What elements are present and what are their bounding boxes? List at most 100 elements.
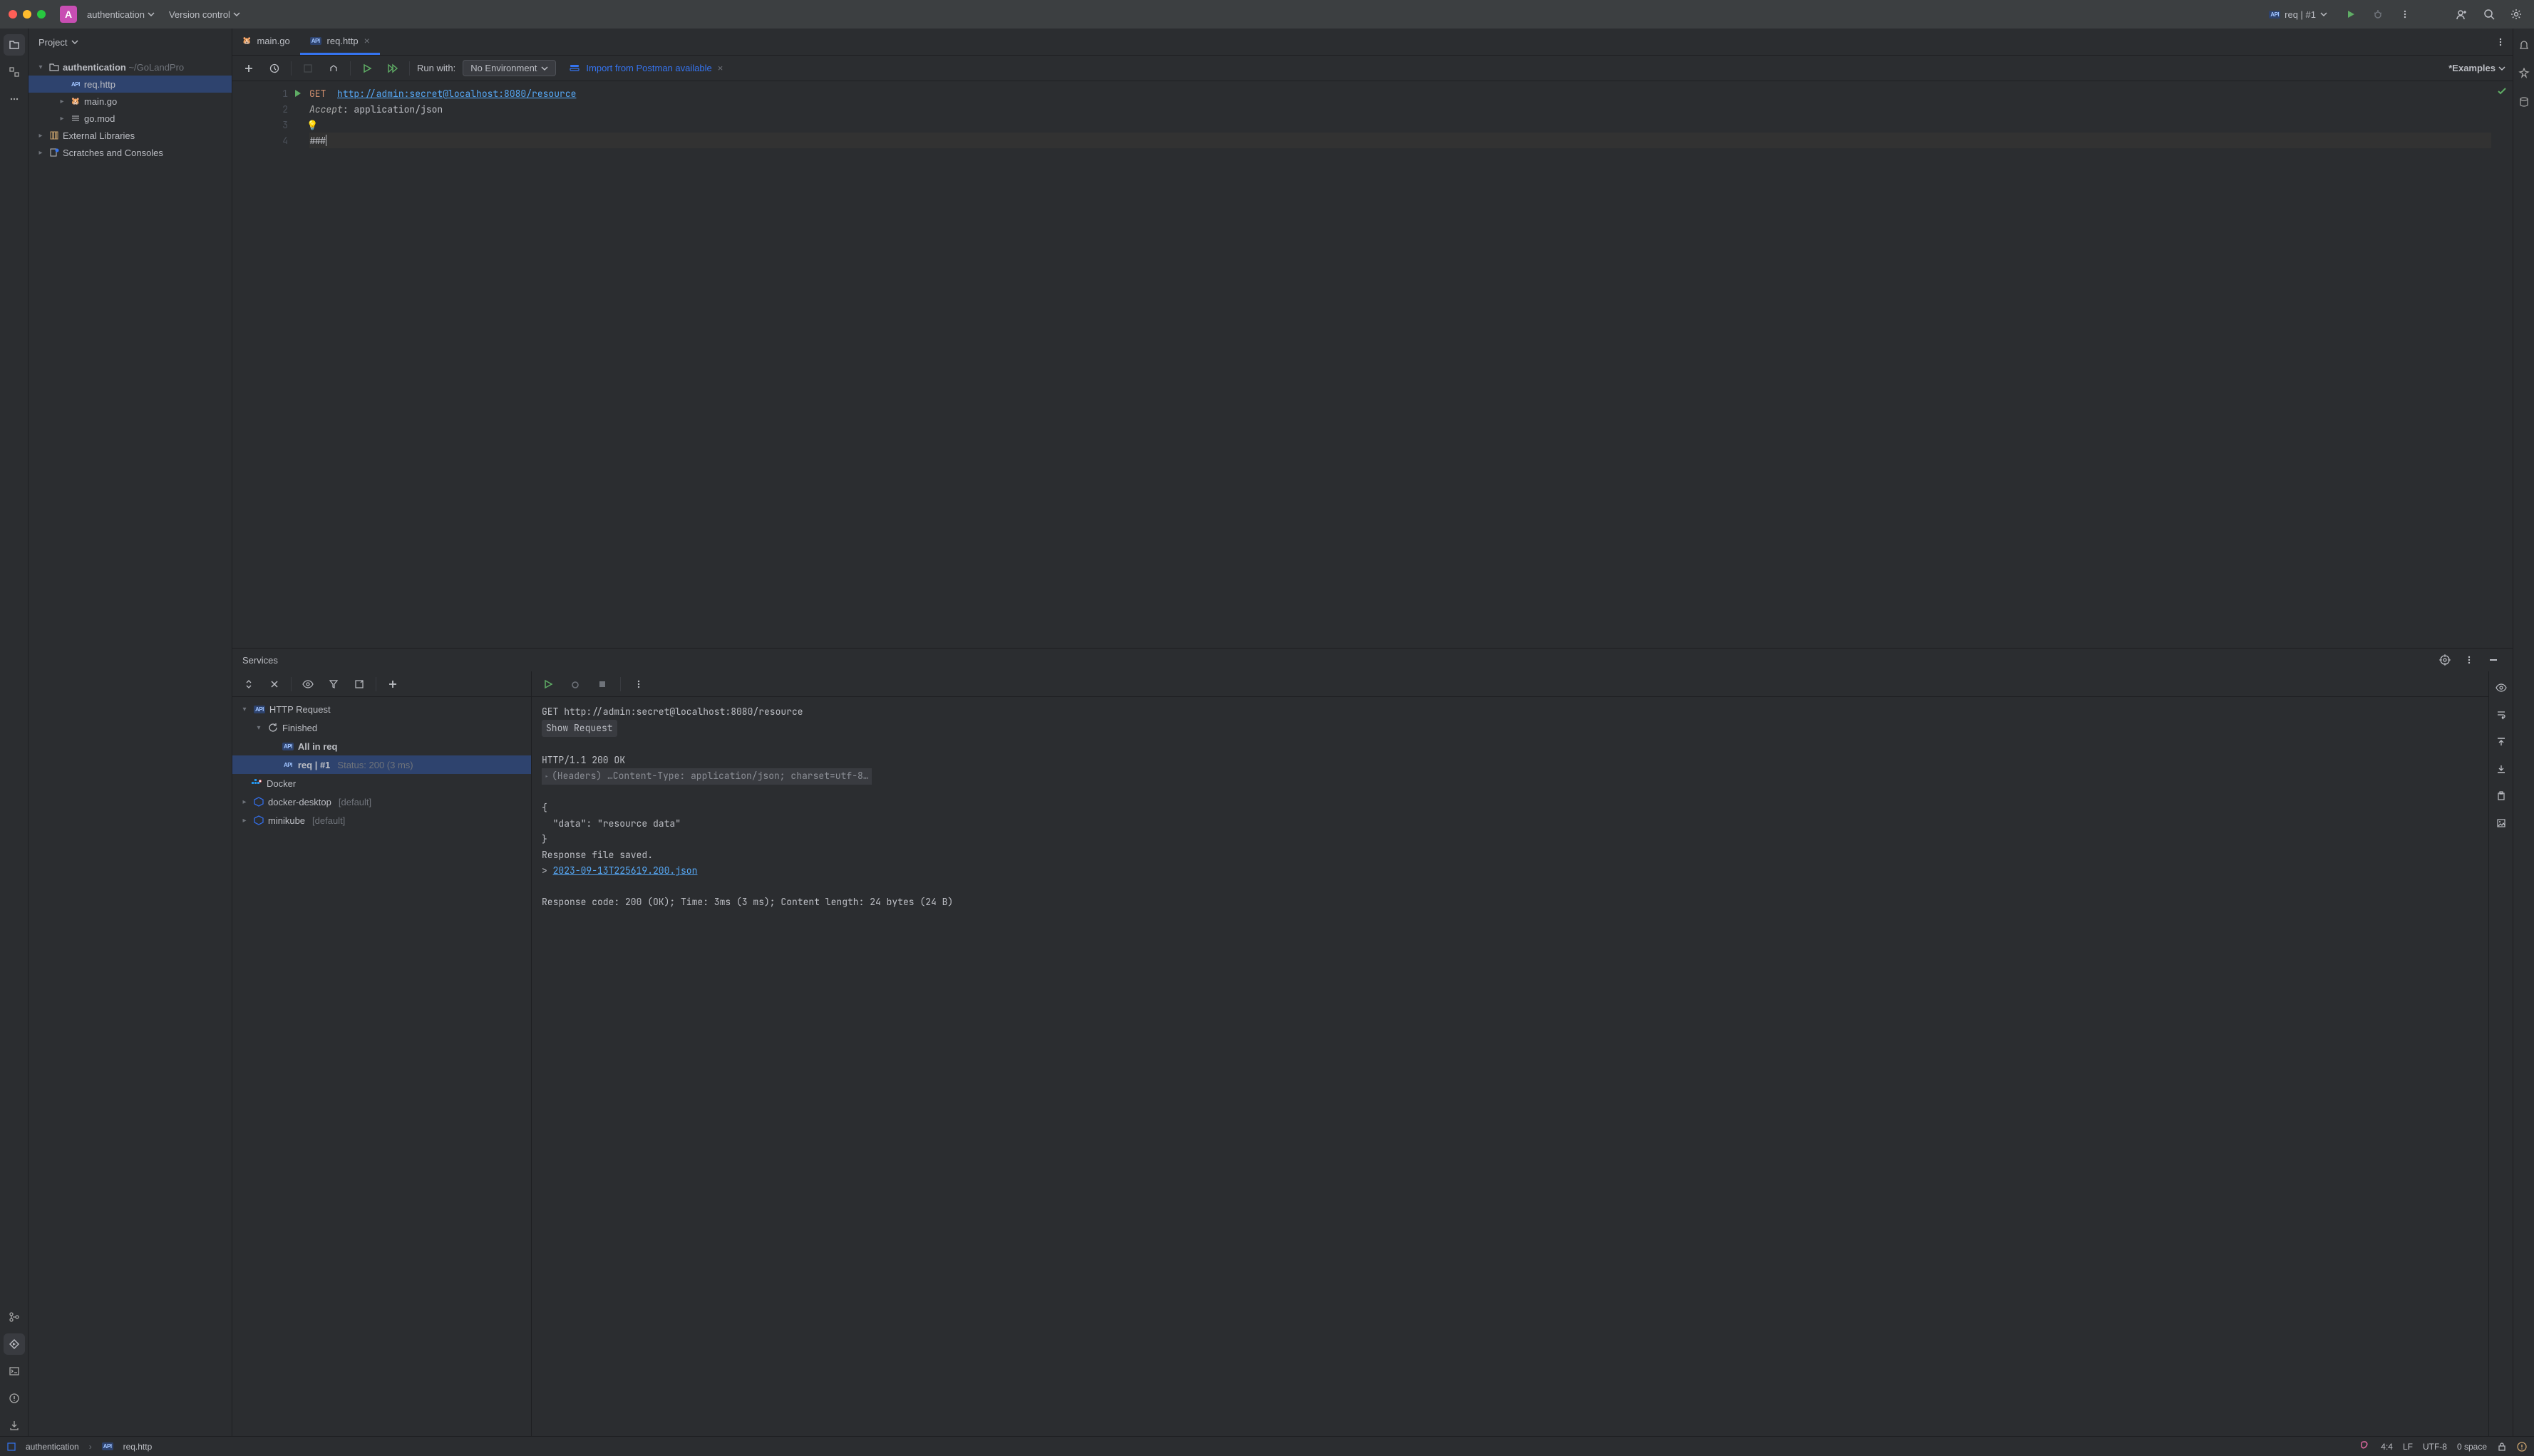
titlebar: A authentication Version control API req… bbox=[0, 0, 2534, 29]
saved-file-link[interactable]: 2023-09-13T225619.200.json bbox=[553, 864, 698, 877]
external-libraries-row[interactable]: ▸ External Libraries bbox=[29, 127, 232, 144]
show-button[interactable] bbox=[299, 675, 317, 693]
finished-node[interactable]: ▾ Finished bbox=[232, 718, 531, 737]
minikube-node[interactable]: ▸ minikube [default] bbox=[232, 811, 531, 830]
debug-button[interactable] bbox=[2369, 5, 2387, 24]
output-body-line: "data": "resource data" bbox=[542, 816, 2478, 832]
vcs-dropdown[interactable]: Version control bbox=[165, 6, 244, 23]
http-request-node[interactable]: ▾ API HTTP Request bbox=[232, 700, 531, 718]
req-result-node[interactable]: API req | #1 Status: 200 (3 ms) bbox=[232, 755, 531, 774]
environment-select[interactable]: No Environment bbox=[463, 60, 556, 76]
breadcrumb-file[interactable]: req.http bbox=[123, 1442, 153, 1452]
rerun-button[interactable] bbox=[539, 675, 557, 693]
database-button[interactable] bbox=[2513, 91, 2534, 113]
run-button[interactable] bbox=[2342, 5, 2360, 24]
status-indicator-icon[interactable] bbox=[2517, 1442, 2527, 1452]
filter-button[interactable] bbox=[324, 675, 343, 693]
terminal-tool-button[interactable] bbox=[4, 1361, 25, 1382]
caret-position[interactable]: 4:4 bbox=[2381, 1442, 2393, 1452]
output-body[interactable]: GET http://admin:secret@localhost:8080/r… bbox=[532, 697, 2488, 1436]
req-status: Status: 200 (3 ms) bbox=[337, 760, 413, 770]
structure-tool-button[interactable] bbox=[4, 61, 25, 83]
expand-all-button[interactable] bbox=[240, 675, 258, 693]
soft-wrap-button[interactable] bbox=[2492, 706, 2510, 724]
minimize-window[interactable] bbox=[23, 10, 31, 19]
project-panel-header[interactable]: Project bbox=[29, 29, 232, 56]
ai-assistant-button[interactable] bbox=[2513, 63, 2534, 84]
tab-options-button[interactable] bbox=[2491, 33, 2510, 51]
fold-arrow-icon[interactable]: ▸ bbox=[545, 772, 549, 781]
output-right-gutter bbox=[2488, 671, 2513, 1436]
output-options-button[interactable] bbox=[629, 675, 648, 693]
file-row-go-mod[interactable]: ▸ go.mod bbox=[29, 110, 232, 127]
image-button[interactable] bbox=[2492, 814, 2510, 832]
examples-label: *Examples bbox=[2448, 63, 2496, 73]
preview-button[interactable] bbox=[2492, 678, 2510, 697]
scroll-to-top-button[interactable] bbox=[2492, 733, 2510, 751]
more-tool-button[interactable] bbox=[4, 88, 25, 110]
breadcrumb-root[interactable]: authentication bbox=[26, 1442, 79, 1452]
header-value: application/json bbox=[354, 103, 443, 115]
close-window[interactable] bbox=[9, 10, 17, 19]
scratches-row[interactable]: ▸ Scratches and Consoles bbox=[29, 144, 232, 161]
line-separator[interactable]: LF bbox=[2403, 1442, 2413, 1452]
services-target-button[interactable] bbox=[2436, 651, 2454, 669]
project-dropdown[interactable]: authentication bbox=[83, 6, 159, 23]
copy-button[interactable] bbox=[2492, 787, 2510, 805]
convert-button[interactable] bbox=[299, 59, 317, 78]
indent-setting[interactable]: 0 space bbox=[2457, 1442, 2487, 1452]
history-button[interactable] bbox=[265, 59, 284, 78]
problems-tool-button[interactable] bbox=[4, 1388, 25, 1409]
search-everywhere-button[interactable] bbox=[2480, 5, 2498, 24]
chevron-down-icon: ▾ bbox=[254, 724, 264, 732]
run-config-selector[interactable]: API req | #1 bbox=[2263, 8, 2333, 21]
show-request-button[interactable]: Show Request bbox=[542, 720, 617, 737]
hide-panel-button[interactable] bbox=[2484, 651, 2503, 669]
docker-desktop-node[interactable]: ▸ docker-desktop [default] bbox=[232, 792, 531, 811]
tab-label: main.go bbox=[257, 36, 289, 46]
notifications-button[interactable] bbox=[2513, 34, 2534, 56]
readonly-indicator-icon[interactable] bbox=[2497, 1442, 2507, 1452]
maximize-window[interactable] bbox=[37, 10, 46, 19]
docker-node[interactable]: Docker bbox=[232, 774, 531, 792]
intention-bulb-icon[interactable]: 💡 bbox=[307, 119, 318, 131]
tab-req-http[interactable]: API req.http × bbox=[300, 29, 380, 55]
file-row-req-http[interactable]: API req.http bbox=[29, 76, 232, 93]
inspection-ok-icon[interactable] bbox=[2496, 86, 2508, 97]
stop-button[interactable] bbox=[593, 675, 612, 693]
http-editor-toolbar: Run with: No Environment Import from Pos… bbox=[232, 56, 2513, 81]
services-options-button[interactable] bbox=[2460, 651, 2478, 669]
more-actions-button[interactable] bbox=[2396, 5, 2414, 24]
editor-body[interactable]: 1 2 3 4 GET http://admin:secret@localhos… bbox=[232, 81, 2513, 648]
collapse-all-button[interactable] bbox=[265, 675, 284, 693]
tab-main-go[interactable]: 🐹 main.go bbox=[232, 29, 300, 55]
chevron-down-icon bbox=[148, 11, 155, 18]
docker-icon bbox=[251, 779, 262, 788]
run-all-button[interactable] bbox=[383, 59, 402, 78]
ai-indicator-icon[interactable] bbox=[2358, 1440, 2371, 1453]
code-with-me-button[interactable] bbox=[2453, 5, 2471, 24]
add-request-button[interactable] bbox=[240, 59, 258, 78]
close-tab-icon[interactable]: × bbox=[364, 35, 370, 46]
minikube-name: minikube bbox=[268, 815, 305, 826]
add-service-button[interactable] bbox=[383, 675, 402, 693]
debug-output-button[interactable] bbox=[566, 675, 584, 693]
group-button[interactable] bbox=[350, 675, 369, 693]
project-tool-button[interactable] bbox=[4, 34, 25, 56]
postman-import-banner[interactable]: Import from Postman available × bbox=[569, 63, 723, 74]
close-banner-icon[interactable]: × bbox=[718, 63, 723, 73]
vcs-tool-button[interactable] bbox=[4, 1415, 25, 1436]
all-in-req-node[interactable]: API All in req bbox=[232, 737, 531, 755]
structure-button[interactable] bbox=[324, 59, 343, 78]
run-gutter-icon[interactable] bbox=[294, 89, 302, 98]
code-area[interactable]: GET http://admin:secret@localhost:8080/r… bbox=[301, 81, 2491, 648]
scroll-to-bottom-button[interactable] bbox=[2492, 760, 2510, 778]
settings-button[interactable] bbox=[2507, 5, 2525, 24]
project-root-row[interactable]: ▾ authentication ~/GoLandPro bbox=[29, 58, 232, 76]
examples-dropdown[interactable]: *Examples bbox=[2448, 63, 2505, 73]
file-row-main-go[interactable]: ▸ 🐹 main.go bbox=[29, 93, 232, 110]
run-request-button[interactable] bbox=[358, 59, 376, 78]
file-encoding[interactable]: UTF-8 bbox=[2423, 1442, 2447, 1452]
services-tool-button[interactable] bbox=[4, 1333, 25, 1355]
git-tool-button[interactable] bbox=[4, 1306, 25, 1328]
